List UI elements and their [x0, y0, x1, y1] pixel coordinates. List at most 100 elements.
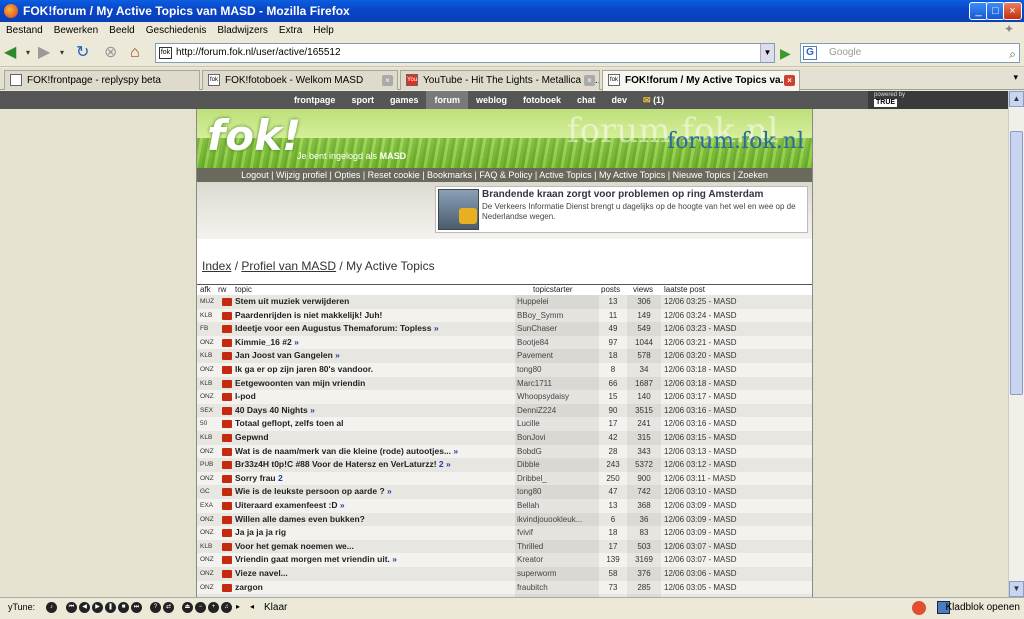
folder-icon[interactable] — [222, 434, 232, 442]
last-post[interactable]: 12/06 03:05 - MASD — [664, 581, 736, 594]
url-dropdown-icon[interactable]: ▼ — [760, 44, 774, 62]
topic-pages[interactable]: » — [340, 500, 345, 510]
home-icon[interactable]: ⌂ — [130, 42, 140, 64]
topic-starter[interactable]: BBoy_Symm — [515, 308, 599, 323]
last-post[interactable]: 12/06 03:25 - MASD — [664, 295, 736, 308]
topic-link[interactable]: Wie is de leukste persoon op aarde ? » — [235, 485, 392, 498]
topic-starter[interactable]: DenniZ224 — [515, 403, 599, 418]
pause-icon[interactable]: ❚ — [105, 602, 116, 613]
topic-pages[interactable]: » — [310, 405, 315, 415]
reload-icon[interactable]: ↻ — [76, 42, 89, 64]
go-arrow-icon[interactable]: ▶ — [780, 45, 791, 62]
topic-link[interactable]: Vieze navel... — [235, 567, 288, 580]
folder-icon[interactable] — [222, 542, 232, 551]
category-code[interactable]: ONZ — [200, 581, 214, 594]
topic-link[interactable]: zargon — [235, 581, 263, 594]
topic-starter[interactable]: Thrilled — [515, 539, 599, 554]
topic-pages[interactable]: » — [453, 446, 458, 456]
topic-title[interactable]: I-pod — [235, 391, 256, 401]
scroll-thumb[interactable] — [1010, 131, 1023, 395]
topic-link[interactable]: Jan Joost van Gangelen » — [235, 349, 340, 362]
category-code[interactable]: ONZ — [200, 513, 214, 526]
topic-starter[interactable]: Pavement — [515, 349, 599, 363]
breadcrumb-profile-link[interactable]: Profiel van MASD — [241, 259, 336, 273]
url-input[interactable]: fok http://forum.fok.nl/user/active/1655… — [155, 43, 775, 63]
folder-icon[interactable] — [222, 311, 232, 320]
topic-title[interactable]: Voor het gemak noemen we... — [235, 541, 354, 551]
topic-title[interactable]: Wat is de naam/merk van die kleine (rode… — [235, 446, 451, 456]
topic-title[interactable]: Stem uit muziek verwijderen — [235, 296, 349, 306]
vertical-scrollbar[interactable]: ▲ ▼ — [1008, 91, 1024, 597]
last-post[interactable]: 12/06 03:21 - MASD — [664, 336, 736, 349]
folder-icon[interactable] — [222, 325, 232, 334]
news-title[interactable]: Brandende kraan zorgt voor problemen op … — [482, 189, 763, 200]
topic-title[interactable]: Ideetje voor een Augustus Themaforum: To… — [235, 323, 431, 333]
topic-starter[interactable]: superworm — [515, 567, 599, 581]
topic-link[interactable]: Ik ga er op zijn jaren 80's vandoor. — [235, 363, 373, 376]
topic-starter[interactable]: Marc1711 — [515, 376, 599, 391]
topic-title[interactable]: Totaal geflopt, zelfs toen al — [235, 418, 343, 428]
folder-icon[interactable] — [222, 461, 232, 470]
menu-extra[interactable]: Extra — [279, 25, 302, 36]
category-code[interactable]: GC — [200, 485, 210, 498]
tab-list-icon[interactable]: ▾ — [1013, 72, 1018, 83]
topic-pages[interactable]: » — [335, 350, 340, 360]
category-code[interactable]: MUZ — [200, 295, 214, 308]
topic-starter[interactable]: BobdG — [515, 444, 599, 459]
topic-link[interactable]: Totaal geflopt, zelfs toen al — [235, 417, 343, 430]
last-post[interactable]: 12/06 03:17 - MASD — [664, 390, 736, 403]
sitenav-weblog[interactable]: weblog — [468, 91, 515, 109]
category-code[interactable]: KLB — [200, 309, 212, 322]
topic-link[interactable]: Vriendin gaat morgen met vriendin uit. » — [235, 553, 397, 566]
topic-starter[interactable]: Kreator — [515, 553, 599, 567]
back-arrow-icon[interactable]: ◀ — [4, 42, 16, 64]
topic-pages[interactable]: » — [392, 554, 397, 564]
topic-starter[interactable]: Bellah — [515, 499, 599, 513]
folder-icon[interactable] — [222, 556, 232, 565]
open-notepad-button[interactable]: Kladblok openen — [945, 602, 1020, 613]
topic-starter[interactable]: Huppelei — [515, 295, 599, 309]
last-post[interactable]: 12/06 03:07 - MASD — [664, 553, 736, 566]
last-post[interactable]: 12/06 03:11 - MASD — [664, 472, 736, 485]
topic-link[interactable]: Sorry frau 2 — [235, 472, 283, 485]
topic-title[interactable]: zargon — [235, 582, 263, 592]
topic-link[interactable]: Ideetje voor een Augustus Themaforum: To… — [235, 322, 439, 335]
search-input[interactable]: G Google ⌕ — [800, 43, 1020, 63]
topic-starter[interactable]: Dribbel_ — [515, 471, 599, 486]
last-post[interactable]: 12/06 03:06 - MASD — [664, 567, 736, 580]
last-post[interactable]: 12/06 03:24 - MASD — [664, 309, 736, 322]
last-post[interactable]: 12/06 03:09 - MASD — [664, 513, 736, 526]
menu-help[interactable]: Help — [313, 25, 334, 36]
status-back-icon[interactable]: ◂ — [250, 602, 254, 611]
last-post[interactable]: 12/06 03:09 - MASD — [664, 499, 736, 512]
topic-starter[interactable]: SunChaser — [515, 322, 599, 336]
topic-title[interactable]: Vriendin gaat morgen met vriendin uit. — [235, 554, 390, 564]
volume-down-icon[interactable]: − — [195, 602, 206, 613]
tab-youtube[interactable]: You YouTube - Hit The Lights - Metallica… — [400, 70, 600, 90]
topic-link[interactable]: Willen alle dames even bukken? — [235, 513, 365, 526]
sitenav-chat[interactable]: chat — [569, 91, 604, 109]
category-code[interactable]: ONZ — [200, 445, 214, 458]
topic-title[interactable]: Jan Joost van Gangelen — [235, 350, 333, 360]
back-dropdown-icon[interactable]: ▾ — [26, 42, 30, 64]
topic-title[interactable]: 40 Days 40 Nights — [235, 405, 308, 415]
category-code[interactable]: KLB — [200, 349, 212, 362]
folder-icon[interactable] — [222, 447, 232, 456]
last-post[interactable]: 12/06 03:20 - MASD — [664, 349, 736, 362]
fok-logo[interactable]: fok! — [207, 111, 301, 160]
sitenav-sport[interactable]: sport — [343, 91, 382, 109]
topic-starter[interactable]: tong80 — [515, 363, 599, 377]
category-code[interactable]: ONZ — [200, 553, 214, 566]
forward-dropdown-icon[interactable]: ▾ — [60, 42, 64, 64]
category-code[interactable]: ONZ — [200, 472, 214, 485]
topic-starter[interactable]: tong80 — [515, 485, 599, 499]
topic-starter[interactable]: Bootje84 — [515, 335, 599, 350]
stop-media-icon[interactable]: ■ — [118, 602, 129, 613]
folder-icon[interactable] — [222, 338, 232, 347]
topic-link[interactable]: I-pod — [235, 390, 256, 403]
topic-link[interactable]: Voor het gemak noemen we... — [235, 540, 354, 553]
category-code[interactable]: PUB — [200, 458, 213, 471]
topic-starter[interactable]: fvivif — [515, 526, 599, 540]
topic-link[interactable]: Br33z4H t0p!C #88 Voor de Hatersz en Ver… — [235, 458, 451, 471]
tab-close-icon[interactable]: × — [382, 75, 393, 86]
